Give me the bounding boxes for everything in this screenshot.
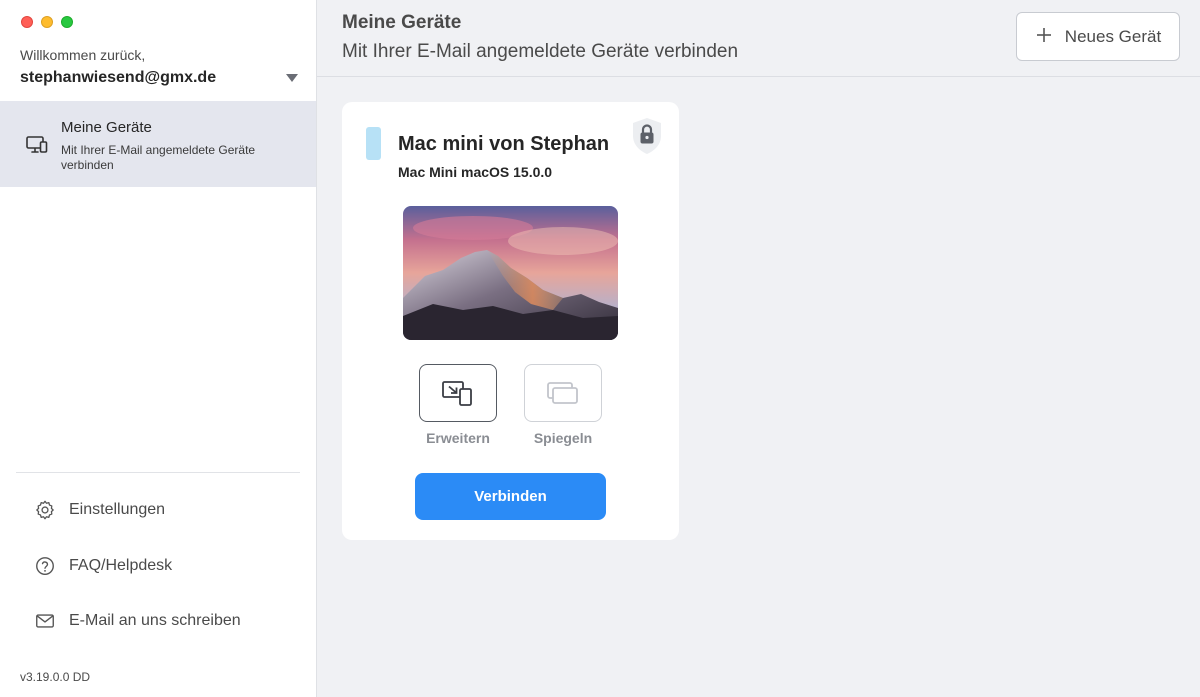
page-title: Meine Geräte	[342, 12, 462, 33]
mirror-display-icon	[547, 382, 578, 404]
main-header: Meine Geräte Mit Ihrer E-Mail angemeldet…	[317, 0, 1200, 77]
zoom-window-button[interactable]	[61, 16, 73, 28]
new-device-label: Neues Gerät	[1064, 26, 1162, 46]
sidebar-divider	[16, 472, 300, 473]
sidebar-item-subtitle: Mit Ihrer E-Mail angemeldete Geräte verb…	[61, 143, 256, 172]
new-device-button[interactable]: Neues Gerät	[1016, 12, 1180, 61]
extend-mode-label: Erweitern	[426, 430, 490, 446]
sidebar: Willkommen zurück, stephanwiesend@gmx.de…	[0, 0, 317, 697]
device-name: Mac mini von Stephan	[398, 133, 610, 155]
lock-icon[interactable]	[630, 116, 664, 156]
envelope-icon	[22, 609, 68, 633]
faq-label: FAQ/Helpdesk	[69, 557, 173, 574]
monitor-devices-icon	[26, 136, 48, 153]
device-info: Mac Mini macOS 15.0.0	[398, 164, 553, 180]
faq-menu-item[interactable]: FAQ/Helpdesk	[22, 546, 302, 586]
email-us-menu-item[interactable]: E-Mail an uns schreiben	[22, 601, 302, 641]
welcome-text: Willkommen zurück,	[20, 47, 146, 63]
account-dropdown[interactable]: stephanwiesend@gmx.de	[20, 67, 300, 89]
caret-down-icon	[286, 74, 298, 82]
sidebar-item-title: Meine Geräte	[61, 119, 152, 136]
mirror-mode-label: Spiegeln	[533, 430, 593, 446]
device-wallpaper-image	[403, 206, 618, 340]
close-window-button[interactable]	[21, 16, 33, 28]
extend-display-icon	[442, 381, 472, 406]
account-email: stephanwiesend@gmx.de	[20, 69, 217, 86]
plus-icon	[1035, 25, 1053, 49]
device-color-tag	[366, 127, 381, 160]
connect-button[interactable]: Verbinden	[415, 473, 606, 520]
gear-icon	[22, 498, 68, 522]
settings-label: Einstellungen	[69, 501, 166, 518]
mirror-mode-button[interactable]	[524, 364, 602, 422]
page-subtitle: Mit Ihrer E-Mail angemeldete Geräte verb…	[342, 41, 739, 62]
device-card: Mac mini von Stephan Mac Mini macOS 15.0…	[342, 102, 679, 540]
email-us-label: E-Mail an uns schreiben	[69, 612, 241, 629]
question-circle-icon	[22, 554, 68, 578]
settings-menu-item[interactable]: Einstellungen	[22, 490, 302, 530]
sidebar-item-meine-geraete[interactable]: Meine Geräte Mit Ihrer E-Mail angemeldet…	[0, 101, 316, 187]
minimize-window-button[interactable]	[41, 16, 53, 28]
window-controls	[21, 16, 73, 28]
extend-mode-button[interactable]	[419, 364, 497, 422]
app-version: v3.19.0.0 DD	[20, 670, 91, 684]
